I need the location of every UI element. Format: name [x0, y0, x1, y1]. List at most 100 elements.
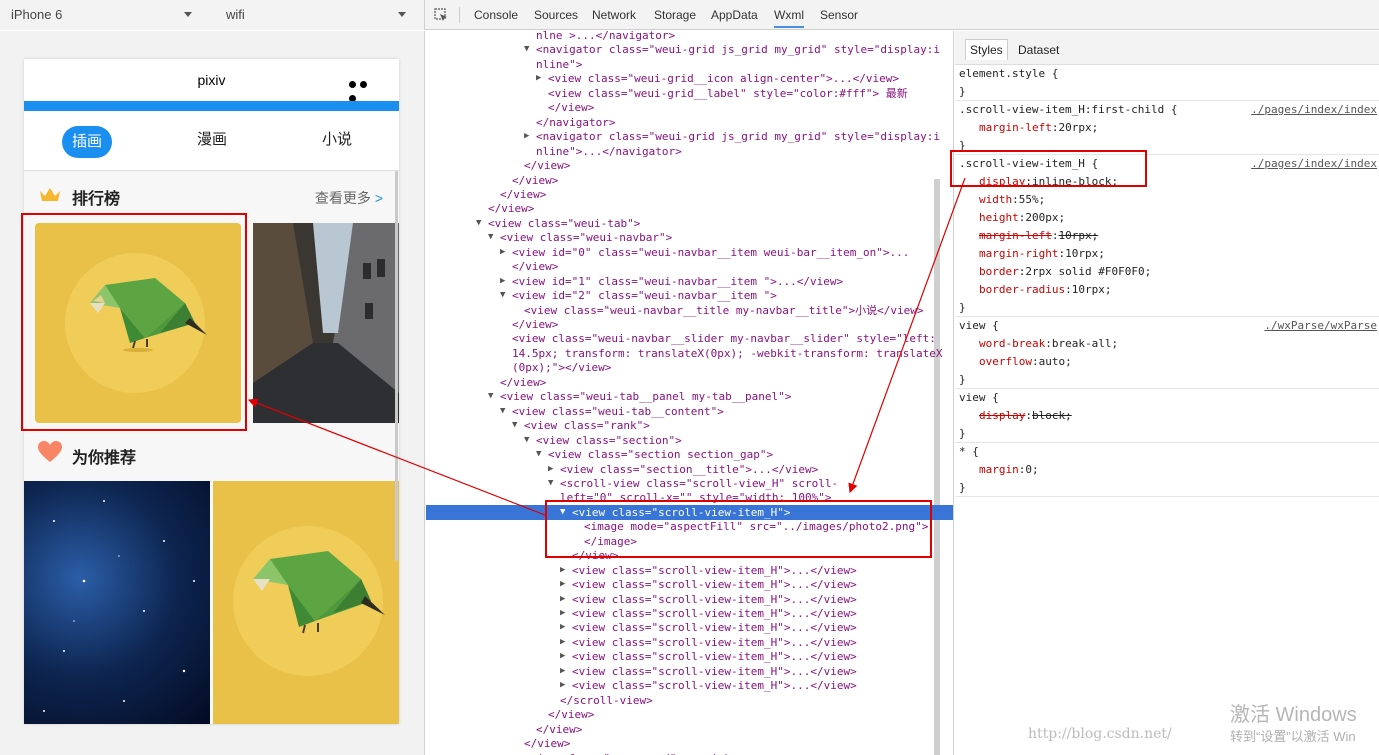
collapse-triangle-icon[interactable]: ▶ — [560, 577, 565, 592]
expand-triangle-icon[interactable]: ▼ — [488, 230, 493, 245]
wxml-node-selected[interactable]: ▼ <view class="scroll-view-item_H"> — [426, 504, 953, 520]
property-name[interactable]: word-break — [979, 337, 1045, 350]
style-rule-selector[interactable]: view {./wxParse/wxParse — [959, 317, 1379, 335]
wxml-node[interactable]: ▼ <scroll-view class="scroll-view_H" scro… — [426, 476, 953, 491]
expand-triangle-icon[interactable]: ▼ — [476, 216, 481, 231]
wxml-node[interactable]: ▶ <view class="scroll-view-item_H">...</v… — [426, 592, 953, 607]
wxml-node[interactable]: <view class="weui-navbar__title my-navba… — [426, 303, 953, 318]
wxml-node[interactable]: ▼ <view class="weui-tab"> — [426, 216, 953, 231]
style-rule-selector[interactable]: .scroll-view-item_H {./pages/index/index — [959, 155, 1379, 173]
wxml-node[interactable]: nline"> — [426, 57, 953, 72]
recommend-item-image[interactable] — [213, 481, 399, 724]
wxml-node[interactable]: ▶ <view class="section__title">...</view> — [426, 462, 953, 477]
wxml-node[interactable]: </view> — [426, 736, 953, 751]
style-source-link[interactable]: ./pages/index/index — [1251, 155, 1377, 173]
wxml-node[interactable]: nline">...</navigator> — [426, 144, 953, 159]
wxml-node[interactable]: </view> — [426, 375, 953, 390]
property-name[interactable]: margin — [979, 463, 1019, 476]
style-property[interactable]: display:block; — [979, 407, 1379, 425]
style-rule-selector[interactable]: * { — [959, 443, 1379, 461]
property-name[interactable]: display — [979, 409, 1025, 422]
ranking-item-image[interactable] — [35, 223, 241, 423]
wxml-node[interactable]: </image> — [426, 534, 953, 549]
wxml-node[interactable]: ▶ <view class="weui-grid__icon align-cent… — [426, 71, 953, 86]
wxml-node[interactable]: ▼ <view class="weui-tab__panel my-tab__pa… — [426, 389, 953, 404]
wxml-node[interactable]: ▶ <view class="scroll-view-item_H">...</v… — [426, 563, 953, 578]
property-value[interactable]: block; — [1032, 409, 1072, 422]
nav-tab-manga[interactable]: 漫画 — [197, 128, 227, 149]
expand-triangle-icon[interactable]: ▼ — [524, 433, 529, 448]
property-name[interactable]: display — [979, 175, 1025, 188]
collapse-triangle-icon[interactable]: ▶ — [500, 245, 505, 260]
tab-sources[interactable]: Sources — [534, 8, 578, 22]
property-value[interactable]: 20rpx; — [1058, 121, 1098, 134]
tab-styles[interactable]: Styles — [965, 39, 1008, 60]
style-property[interactable]: border-radius:10rpx; — [979, 281, 1379, 299]
expand-triangle-icon[interactable]: ▼ — [512, 418, 517, 433]
style-property[interactable]: width:55%; — [979, 191, 1379, 209]
collapse-triangle-icon[interactable]: ▶ — [560, 563, 565, 578]
wxml-node[interactable]: left="0" scroll-x="" style="width: 100%"… — [426, 490, 953, 505]
wxml-node[interactable]: <view class="weui-navbar__slider my-navb… — [426, 331, 953, 346]
collapse-triangle-icon[interactable]: ▶ — [524, 129, 529, 144]
simulator-scrollbar[interactable] — [395, 171, 398, 561]
tab-sensor[interactable]: Sensor — [820, 8, 858, 22]
style-property[interactable]: margin:0; — [979, 461, 1379, 479]
tab-wxml[interactable]: Wxml — [774, 8, 804, 28]
wxml-node[interactable]: nlne >...</navigator> — [426, 31, 953, 43]
expand-triangle-icon[interactable]: ▼ — [500, 404, 505, 419]
property-name[interactable]: height — [979, 211, 1019, 224]
collapse-triangle-icon[interactable]: ▶ — [560, 606, 565, 621]
wxml-node[interactable]: ▼ <navigator class="weui-grid js_grid my_… — [426, 42, 953, 57]
tab-console[interactable]: Console — [474, 8, 518, 22]
wxml-node[interactable]: ▶ <view class="recommend">...</view> — [426, 751, 953, 755]
property-value[interactable]: auto; — [1039, 355, 1072, 368]
wxml-node[interactable]: ▼ <view class="section section_gap"> — [426, 447, 953, 462]
collapse-triangle-icon[interactable]: ▶ — [560, 664, 565, 679]
wxml-node[interactable]: ▼ <view id="2" class="weui-navbar__item "… — [426, 288, 953, 303]
wxml-node[interactable]: ▶ <view id="0" class="weui-navbar__item w… — [426, 245, 953, 260]
wxml-node[interactable]: ▶ <view class="scroll-view-item_H">...</v… — [426, 620, 953, 635]
wxml-node[interactable]: </view> — [426, 173, 953, 188]
nav-tab-novel[interactable]: 小说 — [322, 128, 352, 149]
style-property[interactable]: margin-left:20rpx; — [979, 119, 1379, 137]
wxml-node[interactable]: ▶ <view class="scroll-view-item_H">...</v… — [426, 635, 953, 650]
style-property[interactable]: margin-right:10rpx; — [979, 245, 1379, 263]
view-more-link[interactable]: 查看更多 > — [315, 188, 383, 208]
style-rule-selector[interactable]: .scroll-view-item_H:first-child {./pages… — [959, 101, 1379, 119]
wxml-node[interactable]: </view> — [426, 259, 953, 274]
collapse-triangle-icon[interactable]: ▶ — [548, 462, 553, 477]
device-select[interactable]: iPhone 6 — [11, 7, 62, 22]
property-name[interactable]: border-radius — [979, 283, 1065, 296]
property-name[interactable]: margin-left — [979, 121, 1052, 134]
property-value[interactable]: 10rpx; — [1072, 283, 1112, 296]
wxml-node[interactable]: ▼ <view class="section"> — [426, 433, 953, 448]
property-name[interactable]: overflow — [979, 355, 1032, 368]
collapse-triangle-icon[interactable]: ▶ — [560, 649, 565, 664]
style-property[interactable]: display:inline-block; — [979, 173, 1379, 191]
wxml-node[interactable]: </view> — [426, 187, 953, 202]
wxml-node[interactable]: </view> — [426, 158, 953, 173]
inspect-element-icon[interactable] — [434, 8, 448, 22]
wxml-node[interactable]: </view> — [426, 201, 953, 216]
wxml-node[interactable]: ▶ <view class="scroll-view-item_H">...</v… — [426, 606, 953, 621]
wxml-node[interactable]: ▶ <view class="scroll-view-item_H">...</v… — [426, 649, 953, 664]
wxml-node[interactable]: </view> — [426, 548, 953, 563]
tab-appdata[interactable]: AppData — [711, 8, 758, 22]
collapse-triangle-icon[interactable]: ▶ — [560, 620, 565, 635]
wxml-node[interactable]: ▶ <navigator class="weui-grid js_grid my_… — [426, 129, 953, 144]
style-property[interactable]: word-break:break-all; — [979, 335, 1379, 353]
wxml-node[interactable]: ▶ <view class="scroll-view-item_H">...</v… — [426, 577, 953, 592]
property-value[interactable]: break-all; — [1052, 337, 1118, 350]
property-value[interactable]: 2rpx solid #F0F0F0; — [1025, 265, 1151, 278]
chevron-down-icon[interactable] — [184, 12, 192, 17]
wxml-node[interactable]: ▶ <view id="1" class="weui-navbar__item "… — [426, 274, 953, 289]
collapse-triangle-icon[interactable]: ▶ — [500, 274, 505, 289]
collapse-triangle-icon[interactable]: ▶ — [560, 592, 565, 607]
property-name[interactable]: width — [979, 193, 1012, 206]
wxml-node[interactable]: ▼ <view class="weui-navbar"> — [426, 230, 953, 245]
expand-triangle-icon[interactable]: ▼ — [488, 389, 493, 404]
style-rule-selector[interactable]: element.style { — [959, 65, 1379, 83]
wxml-node[interactable]: 14.5px; transform: translateX(0px); -web… — [426, 346, 953, 361]
wxml-node[interactable]: (0px);"></view> — [426, 360, 953, 375]
